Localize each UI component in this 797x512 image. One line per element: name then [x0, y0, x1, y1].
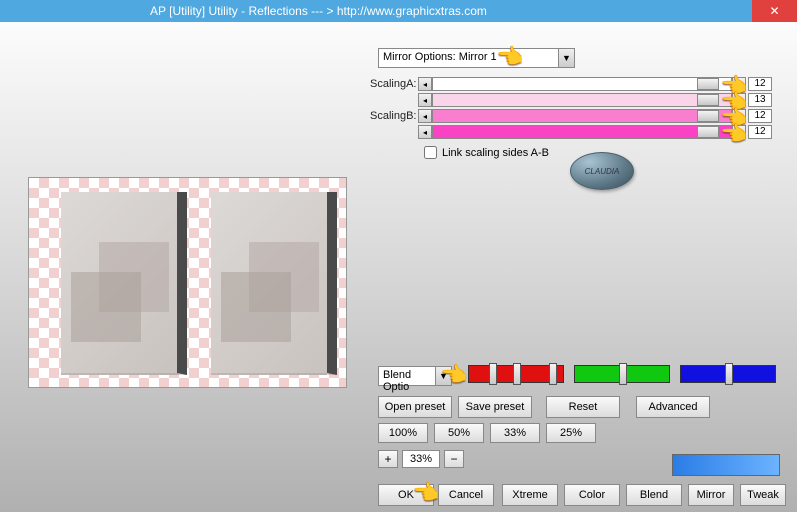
ok-button[interactable]: OK	[378, 484, 434, 506]
workarea: Mirror Options: Mirror 1 ▼ 👈 ScalingA: S…	[0, 22, 797, 512]
scaling-b2-track[interactable]	[432, 125, 732, 139]
green-slider[interactable]	[574, 365, 670, 383]
scaling-b2-thumb[interactable]	[697, 126, 719, 138]
zoom-value[interactable]: 33%	[402, 450, 440, 468]
link-scaling-label: Link scaling sides A-B	[442, 147, 549, 159]
red-slider-thumb-3[interactable]	[549, 363, 557, 385]
scaling-b2-left-arrow[interactable]: ◂	[418, 125, 432, 139]
scaling-b2-right-arrow[interactable]: ▸	[732, 125, 746, 139]
chevron-down-icon: ▼	[558, 49, 574, 67]
scaling-a1-left-arrow[interactable]: ◂	[418, 77, 432, 91]
zoom-25-button[interactable]: 25%	[546, 423, 596, 443]
preview-panel	[28, 177, 347, 388]
advanced-button[interactable]: Advanced	[636, 396, 710, 418]
red-slider[interactable]	[468, 365, 564, 383]
color-button[interactable]: Color	[564, 484, 620, 506]
scaling-a1-track[interactable]	[432, 77, 732, 91]
scaling-a-label: ScalingA:	[370, 78, 416, 90]
save-preset-button[interactable]: Save preset	[458, 396, 532, 418]
reset-button[interactable]: Reset	[546, 396, 620, 418]
scaling-a2-thumb[interactable]	[697, 94, 719, 106]
blend-options-value: Blend Optio	[383, 369, 411, 393]
scaling-a1-thumb[interactable]	[697, 78, 719, 90]
zoom-50-button[interactable]: 50%	[434, 423, 484, 443]
xtreme-button[interactable]: Xtreme	[502, 484, 558, 506]
color-swatch[interactable]	[672, 454, 780, 476]
red-slider-thumb[interactable]	[489, 363, 497, 385]
chevron-down-icon: ▼	[435, 367, 451, 385]
zoom-33-button[interactable]: 33%	[490, 423, 540, 443]
blue-slider-thumb[interactable]	[725, 363, 733, 385]
mirror-options-dropdown[interactable]: Mirror Options: Mirror 1 ▼	[378, 48, 575, 68]
link-scaling-checkbox[interactable]: Link scaling sides A-B	[424, 146, 549, 159]
tweak-button[interactable]: Tweak	[740, 484, 786, 506]
blue-slider[interactable]	[680, 365, 776, 383]
close-button[interactable]: ✕	[752, 0, 797, 22]
zoom-plus-button[interactable]: +	[378, 450, 398, 468]
scaling-b1-track[interactable]	[432, 109, 732, 123]
window-title: AP [Utility] Utility - Reflections --- >…	[150, 4, 487, 18]
preview-left-pane	[61, 192, 187, 375]
blend-button[interactable]: Blend	[626, 484, 682, 506]
link-scaling-input[interactable]	[424, 146, 437, 159]
green-slider-thumb[interactable]	[619, 363, 627, 385]
scaling-b1-right-arrow[interactable]: ▸	[732, 109, 746, 123]
scaling-b1-value[interactable]: 12	[748, 109, 772, 123]
zoom-minus-button[interactable]: −	[444, 450, 464, 468]
scaling-a2-value[interactable]: 13	[748, 93, 772, 107]
scaling-a1-value[interactable]: 12	[748, 77, 772, 91]
scaling-b2-value[interactable]: 12	[748, 125, 772, 139]
zoom-stepper: + 33% −	[378, 450, 464, 468]
mirror-button[interactable]: Mirror	[688, 484, 734, 506]
scaling-a2-left-arrow[interactable]: ◂	[418, 93, 432, 107]
scaling-a2-right-arrow[interactable]: ▸	[732, 93, 746, 107]
scaling-b1-thumb[interactable]	[697, 110, 719, 122]
zoom-100-button[interactable]: 100%	[378, 423, 428, 443]
scaling-b-label: ScalingB:	[370, 110, 416, 122]
scaling-b1-left-arrow[interactable]: ◂	[418, 109, 432, 123]
scaling-a1-right-arrow[interactable]: ▸	[732, 77, 746, 91]
claudia-badge: CLAUDIA	[570, 152, 634, 190]
cancel-button[interactable]: Cancel	[438, 484, 494, 506]
open-preset-button[interactable]: Open preset	[378, 396, 452, 418]
red-slider-thumb-2[interactable]	[513, 363, 521, 385]
title-bar: AP [Utility] Utility - Reflections --- >…	[0, 0, 797, 22]
scaling-a2-track[interactable]	[432, 93, 732, 107]
preview-right-pane	[211, 192, 337, 375]
mirror-options-value: Mirror Options: Mirror 1	[383, 51, 497, 63]
blend-options-dropdown[interactable]: Blend Optio ▼	[378, 366, 452, 386]
